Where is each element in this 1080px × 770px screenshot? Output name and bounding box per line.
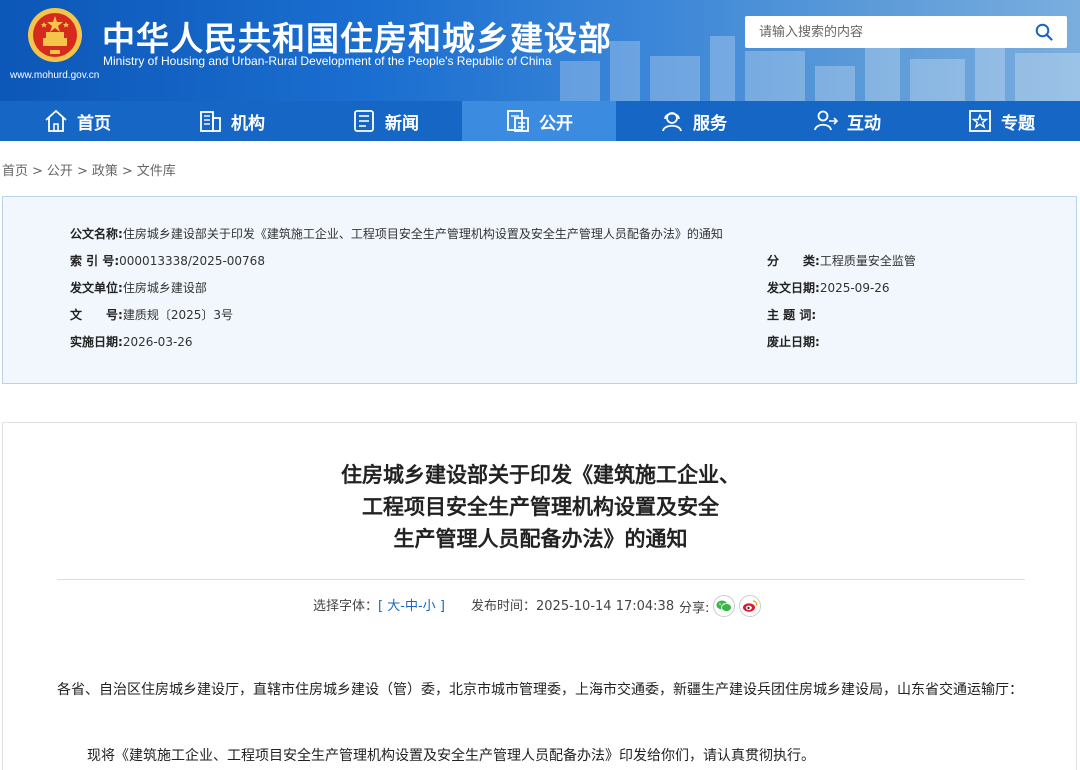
info-key: 废止日期: [767,335,820,349]
info-key: 公文名称: [70,227,123,241]
share-bar: 分享: [679,595,762,617]
home-icon [45,109,67,132]
wechat-share-icon[interactable] [713,595,736,617]
breadcrumb: 首页 > 公开 > 政策 > 文件库 [2,160,176,179]
search-box [745,16,1067,48]
breadcrumb-separator: > [121,164,133,179]
font-size-selector: 选择字体：[ 大-中-小 ] [313,595,445,614]
info-key: 发文日期: [767,281,820,295]
document-icon [507,110,529,132]
weibo-share-icon[interactable] [739,595,762,617]
nav-item-news[interactable]: 新闻 [308,101,462,141]
site-title-english: Ministry of Housing and Urban-Rural Deve… [103,54,552,68]
info-value: 住房城乡建设部关于印发《建筑施工企业、工程项目安全生产管理机构设置及安全生产管理… [122,227,723,241]
news-icon [354,110,374,132]
nav-item-topics[interactable]: 专题 [924,101,1078,141]
breadcrumb-separator: > [76,164,88,179]
info-doc-number: 文 号:建质规〔2025〕3号 [70,306,233,323]
info-subject: 主 题 词: [767,306,816,323]
font-size-medium-button[interactable]: 中 [405,599,418,614]
nav-item-home[interactable]: 首页 [0,101,154,141]
bracket-open: [ [378,599,384,614]
info-key: 发文单位: [70,281,123,295]
info-issue-date: 发文日期:2025-09-26 [767,279,890,296]
document-info-box: 公文名称:住房城乡建设部关于印发《建筑施工企业、工程项目安全生产管理机构设置及安… [2,196,1077,384]
nav-label: 服务 [693,113,727,134]
search-icon[interactable] [1035,23,1053,41]
font-size-label: 选择字体： [313,599,379,614]
interact-icon [814,110,839,131]
breadcrumb-library[interactable]: 文件库 [137,164,176,179]
nav-label: 互动 [847,113,881,134]
info-expiry-date: 废止日期: [767,333,820,350]
article-title-line: 住房城乡建设部关于印发《建筑施工企业、 [341,463,740,487]
info-value: 住房城乡建设部 [122,281,207,295]
font-size-large-button[interactable]: 大 [387,599,400,614]
breadcrumb-separator: > [32,164,43,179]
font-size-small-button[interactable]: 小 [423,599,436,614]
service-icon [662,112,682,132]
info-issuer: 发文单位:住房城乡建设部 [70,279,207,296]
article-paragraph: 各省、自治区住房城乡建设厅，直辖市住房城乡建设（管）委，北京市城市管理委，上海市… [57,682,1023,698]
info-key: 索 引 号: [70,254,120,268]
site-header: www.mohurd.gov.cn 中华人民共和国住房和城乡建设部 Minist… [0,0,1080,101]
breadcrumb-home[interactable]: 首页 [2,164,28,179]
nav-item-service[interactable]: 服务 [616,101,770,141]
breadcrumb-public[interactable]: 公开 [47,164,73,179]
info-doc-title: 公文名称:住房城乡建设部关于印发《建筑施工企业、工程项目安全生产管理机构设置及安… [70,225,723,242]
title-divider [57,579,1025,580]
article-title-line: 生产管理人员配备办法》的通知 [393,527,688,551]
nav-label: 专题 [1001,113,1035,134]
info-value: 2025-09-26 [819,281,890,295]
article-paragraph: 现将《建筑施工企业、工程项目安全生产管理机构设置及安全生产管理人员配备办法》印发… [87,748,815,764]
info-key: 主 题 词: [767,308,817,322]
main-nav: 首页 机构 新闻 公开 服务 互动 专题 [0,101,1080,141]
info-value: 工程质量安全监管 [819,254,916,268]
national-emblem-icon [28,8,82,62]
article-title-line: 工程项目安全生产管理机构设置及安全 [362,495,719,519]
building-icon [200,111,221,132]
share-label: 分享: [679,600,710,616]
info-index: 索 引 号:000013338/2025-00768 [70,252,265,269]
article-title: 住房城乡建设部关于印发《建筑施工企业、 工程项目安全生产管理机构设置及安全 生产… [3,459,1078,555]
nav-item-organization[interactable]: 机构 [154,101,308,141]
site-url: www.mohurd.gov.cn [10,70,100,81]
info-key: 分 类: [767,254,820,268]
search-input[interactable] [745,16,1025,48]
info-key: 实施日期: [70,335,123,349]
nav-label: 机构 [231,113,265,134]
publish-time-label: 发布时间： [471,599,537,614]
nav-label: 首页 [77,113,111,134]
info-category: 分 类:工程质量安全监管 [767,252,916,269]
info-key: 文 号: [70,308,123,322]
publish-time-value: 2025-10-14 17:04:38 [536,599,675,614]
breadcrumb-policy[interactable]: 政策 [92,164,118,179]
info-value: 2026-03-26 [122,335,193,349]
info-value: 000013338/2025-00768 [119,254,265,268]
info-effective-date: 实施日期:2026-03-26 [70,333,193,350]
nav-item-public[interactable]: 公开 [462,101,616,141]
nav-label: 公开 [539,113,573,134]
nav-label: 新闻 [385,113,419,134]
bracket-close: ] [439,599,445,614]
site-title: 中华人民共和国住房和城乡建设部 [102,19,612,58]
publish-time: 发布时间：2025-10-14 17:04:38 [471,595,674,614]
article-panel: 住房城乡建设部关于印发《建筑施工企业、 工程项目安全生产管理机构设置及安全 生产… [2,422,1077,770]
star-icon [969,110,991,132]
info-value: 建质规〔2025〕3号 [122,308,233,322]
nav-item-interact[interactable]: 互动 [770,101,924,141]
